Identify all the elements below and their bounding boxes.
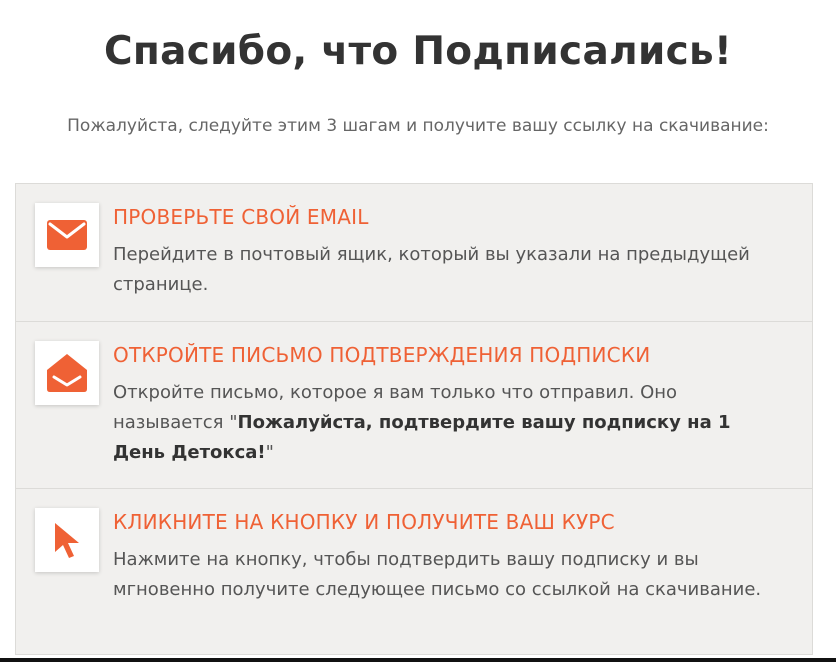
step-text: Нажмите на кнопку, чтобы подтвердить ваш… <box>113 549 762 600</box>
step-title: КЛИКНИТЕ НА КНОПКУ И ПОЛУЧИТЕ ВАШ КУРС <box>113 510 615 534</box>
step-open-confirmation: ОТКРОЙТЕ ПИСЬМО ПОДТВЕРЖДЕНИЯ ПОДПИСКИ О… <box>16 321 812 488</box>
envelope-icon <box>35 203 99 267</box>
page-title: Спасибо, что Подписались! <box>103 29 733 75</box>
thank-you-page: Спасибо, что Подписались! Пожалуйста, сл… <box>0 0 836 662</box>
step-check-email: ПРОВЕРЬТЕ СВОЙ EMAIL Перейдите в почтовы… <box>16 184 812 321</box>
step-text: Откройте письмо, которое я вам только чт… <box>113 378 763 468</box>
bottom-edge <box>0 658 836 662</box>
open-envelope-icon <box>35 341 99 405</box>
steps-box: ПРОВЕРЬТЕ СВОЙ EMAIL Перейдите в почтовы… <box>15 183 813 655</box>
intro-text: Пожалуйста, следуйте этим 3 шагам и полу… <box>67 116 769 136</box>
step-text-end: " <box>265 442 274 463</box>
step-title: ОТКРОЙТЕ ПИСЬМО ПОДТВЕРЖДЕНИЯ ПОДПИСКИ <box>113 343 651 367</box>
step-title: ПРОВЕРЬТЕ СВОЙ EMAIL <box>113 205 369 229</box>
step-click-button: КЛИКНИТЕ НА КНОПКУ И ПОЛУЧИТЕ ВАШ КУРС Н… <box>16 488 812 654</box>
cursor-icon <box>35 508 99 572</box>
step-text: Перейдите в почтовый ящик, который вы ук… <box>113 244 750 295</box>
